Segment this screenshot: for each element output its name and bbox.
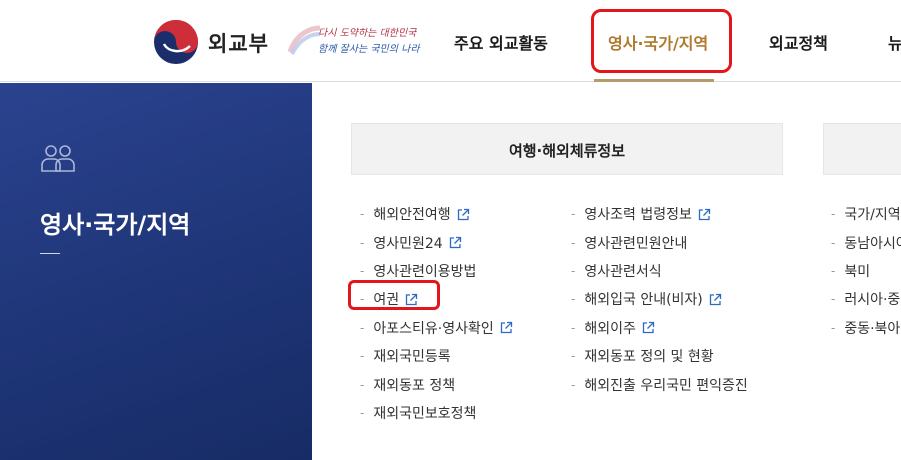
- menu-link-label: 해외이주: [584, 320, 636, 337]
- highlight-box-passport: [348, 280, 440, 310]
- menu-link-item[interactable]: - 아포스티유·영사확인: [360, 314, 513, 342]
- menu-link-item[interactable]: - 해외진출 우리국민 편익증진: [571, 370, 748, 398]
- dash-bullet: -: [571, 377, 576, 392]
- link-column-2: - 영사조력 법령정보 - 영사관련민원안내 - 영사관련서식 - 해외입국 안내(비자) - 해…: [571, 200, 748, 399]
- menu-link-item[interactable]: - 영사관련민원안내: [571, 228, 748, 256]
- dash-bullet: -: [360, 405, 365, 420]
- menu-link-label: 동남아시아: [844, 235, 901, 252]
- active-nav-underline: [594, 79, 714, 82]
- dash-bullet: -: [571, 263, 576, 278]
- dash-bullet: -: [831, 263, 836, 278]
- dash-bullet: -: [360, 320, 365, 335]
- government-emblem-logo[interactable]: [152, 18, 200, 66]
- menu-link-label: 해외입국 안내(비자): [584, 292, 703, 309]
- dash-bullet: -: [571, 235, 576, 250]
- menu-link-item[interactable]: - 재외동포 정의 및 현황: [571, 342, 748, 370]
- dash-bullet: -: [571, 292, 576, 307]
- external-link-icon[interactable]: [457, 208, 470, 221]
- side-panel: 영사·국가/지역: [0, 83, 312, 460]
- dash-bullet: -: [360, 377, 365, 392]
- menu-link-item[interactable]: - 재외국민등록: [360, 342, 513, 370]
- dash-bullet: -: [831, 320, 836, 335]
- menu-link-label: 영사관련서식: [584, 263, 662, 280]
- dash-bullet: -: [360, 235, 365, 250]
- menu-link-item[interactable]: - 해외안전여행: [360, 200, 513, 228]
- menu-link-label: 러시아·중: [844, 292, 901, 309]
- link-column-3: -국가/지역-동남아시아-북미-러시아·중-중동·북아: [831, 200, 901, 342]
- menu-link-label: 중동·북아: [844, 320, 901, 337]
- section-heading-next: [823, 123, 901, 175]
- menu-link-item[interactable]: - 국가/지역: [831, 200, 901, 228]
- menu-link-item[interactable]: - 해외입국 안내(비자): [571, 285, 748, 313]
- dash-bullet: -: [571, 207, 576, 222]
- external-link-icon[interactable]: [449, 236, 462, 249]
- site-header: 외교부 다시 도약하는 대한민국 함께 잘사는 국민의 나라 주요 외교활동 영…: [0, 0, 901, 82]
- menu-link-label: 북미: [844, 263, 871, 280]
- external-link-icon[interactable]: [698, 208, 711, 221]
- org-name[interactable]: 외교부: [208, 28, 269, 58]
- dash-bullet: -: [360, 263, 365, 278]
- section-heading-label: 여행·해외체류정보: [508, 142, 626, 160]
- slogan-banner: 다시 도약하는 대한민국 함께 잘사는 국민의 나라: [288, 20, 420, 62]
- dash-bullet: -: [360, 349, 365, 364]
- menu-link-item[interactable]: - 러시아·중: [831, 285, 901, 313]
- side-panel-title: 영사·국가/지역: [40, 211, 191, 239]
- menu-link-item[interactable]: - 중동·북아: [831, 314, 901, 342]
- menu-link-item[interactable]: - 해외이주: [571, 314, 748, 342]
- menu-link-label: 해외진출 우리국민 편익증진: [584, 377, 748, 394]
- menu-link-label: 재외국민보호정책: [373, 405, 477, 422]
- menu-link-item[interactable]: - 영사민원24: [360, 228, 513, 256]
- section-heading-travel: 여행·해외체류정보: [351, 123, 783, 175]
- side-title-divider: [40, 253, 60, 254]
- highlight-box-nav: [591, 9, 732, 73]
- slogan-line-1: 다시 도약하는 대한민국: [318, 28, 417, 39]
- menu-link-label: 재외국민등록: [373, 349, 451, 366]
- menu-link-label: 영사관련이용방법: [373, 263, 477, 280]
- nav-news[interactable]: 뉴: [888, 30, 901, 54]
- dash-bullet: -: [831, 207, 836, 222]
- nav-major-diplomacy[interactable]: 주요 외교활동: [454, 30, 548, 54]
- people-icon: [41, 145, 75, 172]
- slogan-line-2: 함께 잘사는 국민의 나라: [318, 44, 420, 55]
- menu-link-label: 영사관련민원안내: [584, 235, 688, 252]
- external-link-icon[interactable]: [709, 293, 722, 306]
- dash-bullet: -: [831, 292, 836, 307]
- dash-bullet: -: [831, 235, 836, 250]
- menu-link-item[interactable]: - 영사관련서식: [571, 257, 748, 285]
- menu-link-label: 영사조력 법령정보: [584, 207, 692, 224]
- dash-bullet: -: [360, 207, 365, 222]
- menu-link-label: 재외동포 정의 및 현황: [584, 349, 714, 366]
- menu-link-label: 재외동포 정책: [373, 377, 456, 394]
- slogan-swoosh-icon: [288, 25, 321, 55]
- nav-foreign-policy[interactable]: 외교정책: [769, 30, 828, 54]
- menu-link-label: 아포스티유·영사확인: [373, 320, 494, 337]
- menu-link-label: 해외안전여행: [373, 207, 451, 224]
- menu-link-item[interactable]: - 북미: [831, 257, 901, 285]
- link-column-1: - 해외안전여행 - 영사민원24- 영사관련이용방법 - 여권 - 아포스티유·영사확인 - 재외…: [360, 200, 513, 427]
- menu-link-item[interactable]: - 영사조력 법령정보: [571, 200, 748, 228]
- menu-link-label: 영사민원24: [373, 235, 443, 252]
- menu-link-label: 국가/지역: [844, 207, 901, 224]
- external-link-icon[interactable]: [500, 321, 513, 334]
- dash-bullet: -: [571, 349, 576, 364]
- menu-link-item[interactable]: - 재외국민보호정책: [360, 399, 513, 427]
- external-link-icon[interactable]: [642, 321, 655, 334]
- menu-link-item[interactable]: - 재외동포 정책: [360, 370, 513, 398]
- menu-link-item[interactable]: -동남아시아: [831, 228, 901, 256]
- dash-bullet: -: [571, 320, 576, 335]
